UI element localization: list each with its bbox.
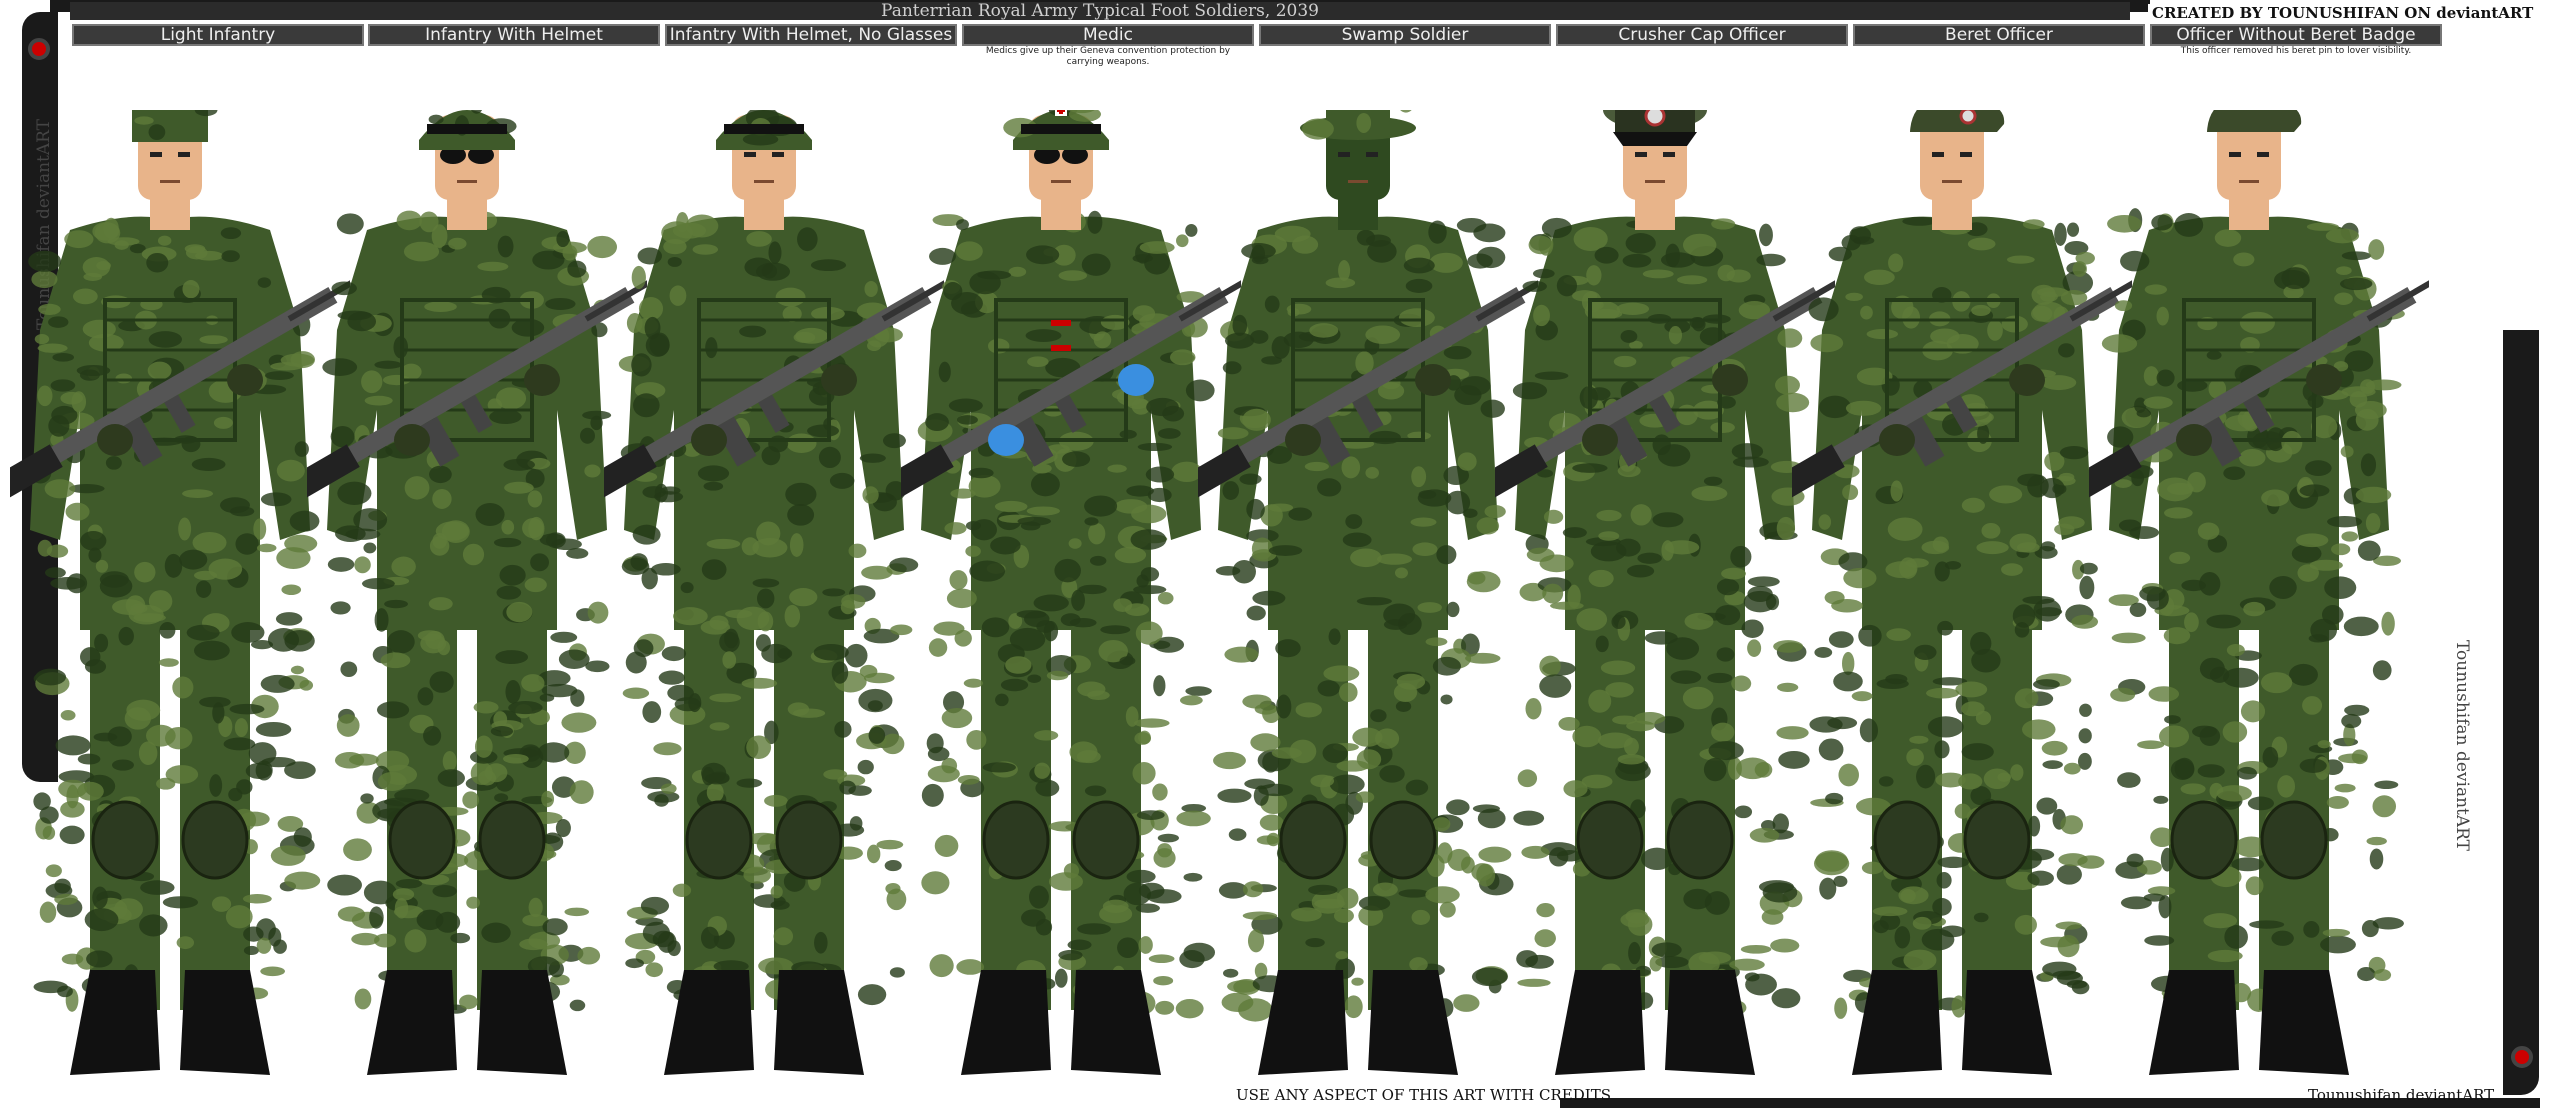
- soldier-figure-3: [604, 110, 944, 1075]
- soldier-figure-8: [2089, 110, 2429, 1075]
- side-watermark-right: Tounushifan deviantART: [2452, 640, 2472, 852]
- frame-right: [2503, 330, 2539, 1095]
- soldier-figure-4: [901, 110, 1241, 1075]
- note-officer-no-badge: This officer removed his beret pin to lo…: [2180, 46, 2412, 56]
- soldier-figure-6: [1495, 110, 1835, 1075]
- soldier-figure-7: [1792, 110, 2132, 1075]
- label-soldier-6: Crusher Cap Officer: [1556, 24, 1848, 46]
- footer-credits-notice: USE ANY ASPECT OF THIS ART WITH CREDITS: [1236, 1086, 1611, 1104]
- frame-red-light-icon: [2511, 1046, 2533, 1068]
- soldier-figure-5: [1198, 110, 1538, 1075]
- label-soldier-2: Infantry With Helmet: [368, 24, 660, 46]
- soldier-figure-1: [10, 110, 350, 1075]
- page-title: Panterrian Royal Army Typical Foot Soldi…: [70, 2, 2130, 20]
- soldier-figure-2: [307, 110, 647, 1075]
- label-soldier-4: Medic: [962, 24, 1254, 46]
- note-medic: Medics give up their Geneva convention p…: [985, 46, 1231, 67]
- label-soldier-1: Light Infantry: [72, 24, 364, 46]
- label-soldier-8: Officer Without Beret Badge: [2150, 24, 2442, 46]
- footer-watermark: Tounushifan deviantART: [2308, 1086, 2495, 1104]
- frame-red-light-icon: [28, 38, 50, 60]
- label-soldier-7: Beret Officer: [1853, 24, 2145, 46]
- label-soldier-5: Swamp Soldier: [1259, 24, 1551, 46]
- label-soldier-3: Infantry With Helmet, No Glasses: [665, 24, 957, 46]
- credit-text: CREATED BY TOUNUSHIFAN ON deviantART: [2148, 4, 2538, 22]
